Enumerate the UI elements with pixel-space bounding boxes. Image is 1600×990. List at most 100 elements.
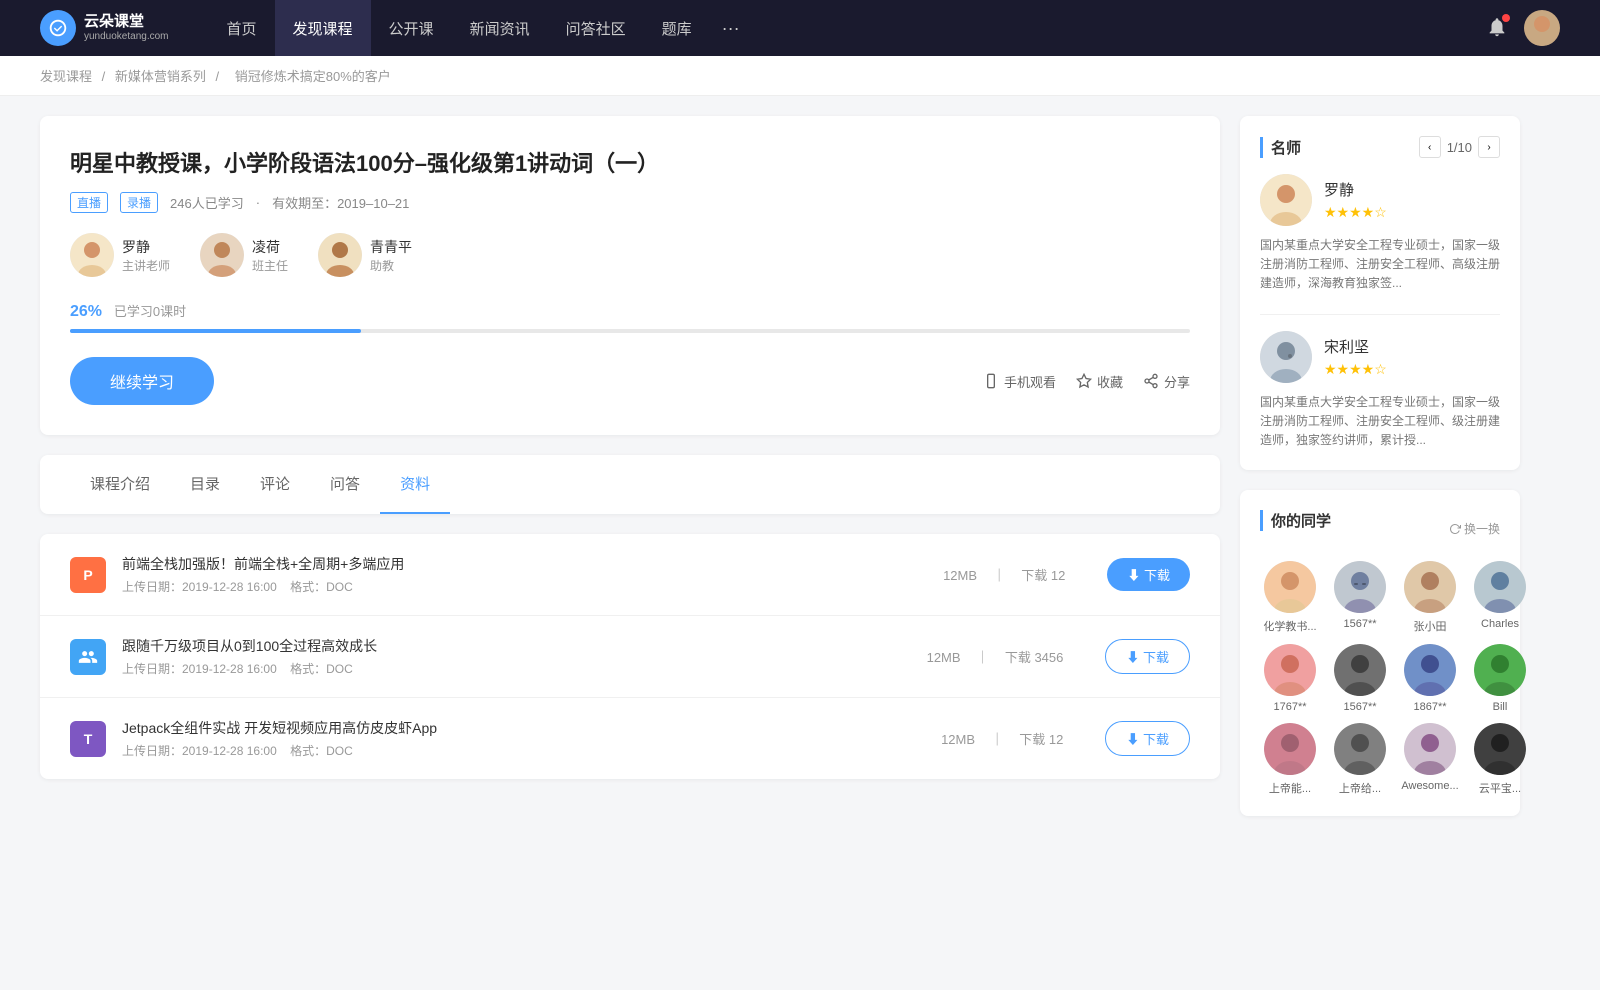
teachers-sidebar: 名师 ‹ 1/10 › 罗静 ★★★★☆ 国内 [1240,116,1520,470]
teacher-separator [1260,314,1500,315]
teacher-card-2-header: 宋利坚 ★★★★☆ [1260,331,1500,383]
classmate-2-avatar [1334,561,1386,613]
mobile-watch-label: 手机观看 [1004,372,1056,391]
tab-qa[interactable]: 问答 [310,455,380,514]
share-label: 分享 [1164,372,1190,391]
classmate-12-avatar [1474,723,1526,775]
mobile-watch-button[interactable]: 手机观看 [983,372,1056,391]
teachers-sidebar-title: 名师 [1260,137,1301,158]
header: 云朵课堂 yunduoketang.com 首页 发现课程 公开课 新闻资讯 问… [0,0,1600,56]
valid-until: 有效期至：2019–10–21 [272,193,409,212]
tab-review[interactable]: 评论 [240,455,310,514]
teacher-3-info: 青青平 助教 [370,237,412,274]
main-nav: 首页 发现课程 公开课 新闻资讯 问答社区 题库 ··· [209,0,752,56]
refresh-classmates-button[interactable]: 换一换 [1449,520,1500,537]
continue-button[interactable]: 继续学习 [70,357,214,405]
share-button[interactable]: 分享 [1143,372,1190,391]
tab-resource[interactable]: 资料 [380,455,450,514]
nav-discover[interactable]: 发现课程 [275,0,371,56]
classmates-title: 你的同学 [1260,510,1331,531]
teacher-card-1: 罗静 ★★★★☆ 国内某重点大学安全工程专业硕士，国家一级注册消防工程师、注册安… [1260,174,1500,294]
tab-intro[interactable]: 课程介绍 [70,455,170,514]
classmate-1-avatar [1264,561,1316,613]
classmate-8-avatar [1474,644,1526,696]
progress-bar-fill [70,329,361,333]
logo[interactable]: 云朵课堂 yunduoketang.com [40,10,169,46]
breadcrumb-sep-2: / [216,69,223,84]
classmate-1: 化学教书... [1260,561,1320,634]
teacher-card-2: 宋利坚 ★★★★☆ 国内某重点大学安全工程专业硕士，国家一级注册消防工程师、注册… [1260,331,1500,451]
pagination-current: 1/10 [1447,140,1472,155]
classmate-5: 1767** [1260,644,1320,713]
breadcrumb: 发现课程 / 新媒体营销系列 / 销冠修炼术搞定80%的客户 [0,56,1600,96]
teacher-3-name: 青青平 [370,237,412,257]
teacher-card-2-name: 宋利坚 [1324,336,1387,357]
teachers-pagination: ‹ 1/10 › [1419,136,1500,158]
teacher-card-2-info: 宋利坚 ★★★★☆ [1324,336,1387,378]
resource-meta-1: 上传日期：2019-12-28 16:00 格式：DOC [122,578,921,595]
teacher-3: 青青平 助教 [318,233,412,277]
progress-section: 26% 已学习0课时 [70,301,1190,333]
breadcrumb-link-1[interactable]: 发现课程 [40,69,92,84]
download-button-2[interactable]: ⬇ 下载 [1105,639,1190,674]
teacher-2-avatar [200,233,244,277]
classmate-8: Bill [1470,644,1530,713]
sidebar: 名师 ‹ 1/10 › 罗静 ★★★★☆ 国内 [1240,116,1520,836]
resource-item: P 前端全栈加强版！前端全栈+全周期+多端应用 上传日期：2019-12-28 … [40,534,1220,616]
nav-news[interactable]: 新闻资讯 [452,0,548,56]
classmate-2-name: 1567** [1330,618,1390,630]
teacher-card-1-info: 罗静 ★★★★☆ [1324,179,1387,221]
classmates-sidebar: 你的同学 换一换 化学教书... 156 [1240,490,1520,816]
badge-live: 直播 [70,192,108,213]
nav-home[interactable]: 首页 [209,0,275,56]
nav-qa[interactable]: 问答社区 [548,0,644,56]
classmate-8-name: Bill [1470,701,1530,713]
resource-info-3: Jetpack全组件实战 开发短视频应用高仿皮皮虾App 上传日期：2019-1… [122,718,919,759]
classmate-5-avatar [1264,644,1316,696]
tab-catalog[interactable]: 目录 [170,455,240,514]
download-button-3[interactable]: ⬇ 下载 [1105,721,1190,756]
teachers-row: 罗静 主讲老师 凌荷 班主任 [70,233,1190,277]
classmate-7-avatar [1404,644,1456,696]
classmate-11-avatar [1404,723,1456,775]
classmate-9-name: 上帝能... [1260,780,1320,796]
course-title: 明星中教授课，小学阶段语法100分–强化级第1讲动词（一） [70,146,1190,178]
teacher-card-1-header: 罗静 ★★★★☆ [1260,174,1500,226]
classmate-6: 1567** [1330,644,1390,713]
nav-more[interactable]: ··· [710,0,752,56]
breadcrumb-link-2[interactable]: 新媒体营销系列 [115,69,206,84]
classmate-11-name: Awesome... [1400,780,1460,792]
nav-public[interactable]: 公开课 [371,0,452,56]
download-button-1[interactable]: ⬇ 下载 [1107,558,1190,591]
resource-stats-2: 12MB ｜ 下载 3456 [921,647,1070,666]
teacher-card-2-avatar [1260,331,1312,383]
notification-bell[interactable] [1486,16,1508,41]
resource-item-3: T Jetpack全组件实战 开发短视频应用高仿皮皮虾App 上传日期：2019… [40,698,1220,779]
classmate-3: 张小田 [1400,561,1460,634]
teacher-card-1-name: 罗静 [1324,179,1387,200]
teacher-3-avatar [318,233,362,277]
teacher-1-name: 罗静 [122,237,170,257]
classmate-1-name: 化学教书... [1260,618,1320,634]
pagination-next[interactable]: › [1478,136,1500,158]
learner-count: 246人已学习 [170,193,244,212]
user-avatar[interactable] [1524,10,1560,46]
resource-info-2: 跟随千万级项目从0到100全过程高效成长 上传日期：2019-12-28 16:… [122,636,905,677]
resource-icon-3: T [70,721,106,757]
logo-text: 云朵课堂 yunduoketang.com [84,13,169,43]
resource-icon-1: P [70,557,106,593]
classmate-4: Charles [1470,561,1530,634]
teacher-2-info: 凌荷 班主任 [252,237,288,274]
teacher-2-role: 班主任 [252,257,288,274]
nav-quiz[interactable]: 题库 [644,0,710,56]
classmate-10-name: 上帝给... [1330,780,1390,796]
dot-sep: · [256,195,260,210]
classmate-2: 1567** [1330,561,1390,634]
resource-item-2: 跟随千万级项目从0到100全过程高效成长 上传日期：2019-12-28 16:… [40,616,1220,698]
collect-button[interactable]: 收藏 [1076,372,1123,391]
refresh-label: 换一换 [1464,520,1500,537]
pagination-prev[interactable]: ‹ [1419,136,1441,158]
classmate-6-avatar [1334,644,1386,696]
classmate-9: 上帝能... [1260,723,1320,796]
progress-bar-bg [70,329,1190,333]
